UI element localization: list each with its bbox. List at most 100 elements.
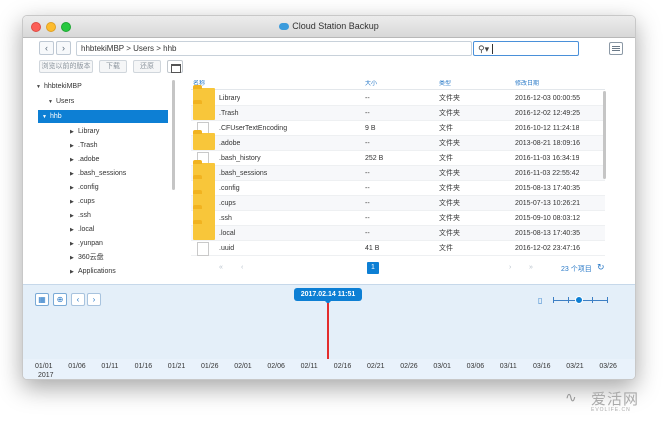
file-modified: 2016-12-02 23:47:16 [515, 245, 580, 252]
timeline-next-button[interactable]: › [87, 293, 101, 306]
search-box[interactable]: ⚲▾ [473, 41, 579, 56]
collapsed-arrow-icon[interactable]: ▶ [70, 182, 78, 195]
file-modified: 2013-08-21 18:09:16 [515, 140, 580, 147]
collapsed-arrow-icon[interactable]: ▶ [70, 266, 78, 279]
timeline-year: 2017 [38, 372, 54, 379]
task-list-icon[interactable] [609, 42, 623, 55]
file-modified: 2015-08-13 17:40:35 [515, 230, 580, 237]
tree-item-library[interactable]: ▶ Library [32, 125, 178, 138]
timeline-date-label: 02/01 [234, 363, 252, 370]
prev-page-button[interactable]: ‹ [241, 264, 243, 271]
tree-item-adobe[interactable]: ▶ .adobe [32, 153, 178, 166]
download-button[interactable]: 下载 [99, 60, 127, 73]
first-page-button[interactable]: « [219, 264, 223, 271]
timeline-date-label: 01/16 [134, 363, 153, 370]
file-modified: 2016-10-12 11:24:18 [515, 125, 580, 132]
current-page[interactable]: 1 [367, 262, 379, 274]
tree-item-yunpan[interactable]: ▶ .yunpan [32, 237, 178, 250]
search-input[interactable] [494, 43, 576, 54]
search-icon[interactable]: ⚲▾ [478, 44, 489, 54]
table-row[interactable]: .cups -- 文件夹 2015-07-13 10:26:21 [191, 190, 605, 211]
collapsed-arrow-icon[interactable]: ▶ [70, 252, 78, 265]
table-row[interactable]: .Trash -- 文件夹 2016-12-02 12:49:25 [191, 100, 605, 121]
timeline-prev-button[interactable]: ‹ [71, 293, 85, 306]
cloud-icon [279, 23, 290, 30]
timeline-panel: ▦ ⊕ ‹ › 2017.02.14 11:51 ▯ 2017 01/01 01/… [23, 284, 635, 379]
collapsed-arrow-icon[interactable]: ▶ [70, 238, 78, 251]
app-window: Cloud Station Backup ‹ › hhbtekiMBP > Us… [22, 15, 636, 380]
collapsed-arrow-icon[interactable]: ▶ [70, 126, 78, 139]
timeline-date-label: 03/06 [466, 363, 485, 370]
window-title-text: Cloud Station Backup [292, 21, 379, 31]
forward-button[interactable]: › [56, 41, 71, 55]
file-type: 文件夹 [439, 140, 460, 147]
table-row[interactable]: .local -- 文件夹 2015-08-13 17:40:35 [191, 220, 605, 241]
next-page-button[interactable]: › [509, 264, 511, 271]
restore-button[interactable]: 还原 [133, 60, 161, 73]
table-row[interactable]: .adobe -- 文件夹 2013-08-21 18:09:16 [191, 130, 605, 151]
collapsed-arrow-icon[interactable]: ▶ [70, 154, 78, 167]
file-name: Library [219, 95, 241, 102]
collapsed-arrow-icon[interactable]: ▶ [70, 210, 78, 223]
file-list-header: 名称 大小 类型 修改日期 [191, 80, 605, 90]
tree-item-ssh[interactable]: ▶ .ssh [32, 209, 178, 222]
action-bar: 浏览以前的版本 下载 还原 [23, 60, 635, 76]
file-size: -- [365, 95, 370, 102]
collapsed-arrow-icon[interactable]: ▶ [70, 168, 78, 181]
file-name: .uuid [219, 245, 235, 252]
tree-item-local[interactable]: ▶ .local [32, 223, 178, 236]
table-row[interactable]: .ssh -- 文件夹 2015-09-10 08:03:12 [191, 205, 605, 226]
expanded-arrow-icon[interactable]: ▼ [48, 96, 56, 109]
back-button[interactable]: ‹ [39, 41, 54, 55]
table-row[interactable]: .CFUserTextEncoding 9 B 文件 2016-10-12 11:24… [191, 121, 605, 136]
column-size[interactable]: 大小 [365, 80, 377, 89]
zoom-slider-handle[interactable] [575, 296, 583, 304]
column-modified[interactable]: 修改日期 [515, 80, 539, 89]
table-row[interactable]: .config -- 文件夹 2015-08-13 17:40:35 [191, 175, 605, 196]
tree-item-cups[interactable]: ▶ .cups [32, 195, 178, 208]
crosshair-icon[interactable]: ⊕ [53, 293, 67, 306]
folder-icon [193, 100, 215, 120]
file-type: 文件 [439, 155, 453, 162]
expanded-arrow-icon[interactable]: ▼ [36, 81, 44, 94]
file-list-scrollbar[interactable] [603, 91, 606, 179]
tree-item-applications[interactable]: ▶ Applications [32, 265, 178, 278]
tree-item-hhbtekimbp[interactable]: ▼ hhbtekiMBP [32, 80, 178, 93]
file-type: 文件夹 [439, 110, 460, 117]
tree-item-360-yunpan[interactable]: ▶ 360云盘 [32, 251, 178, 264]
table-row[interactable]: .bash_history 252 B 文件 2016-11-03 16:34:19 [191, 151, 605, 166]
collapsed-arrow-icon[interactable]: ▶ [70, 224, 78, 237]
tree-item-bash-sessions[interactable]: ▶ .bash_sessions [32, 167, 178, 180]
tree-item-users[interactable]: ▼ Users [32, 95, 178, 108]
tree-item-trash[interactable]: ▶ .Trash [32, 139, 178, 152]
table-row[interactable]: Library -- 文件夹 2016-12-03 00:00:55 [191, 85, 605, 106]
zoom-tick [592, 297, 593, 303]
tree-item-config[interactable]: ▶ .config [32, 181, 178, 194]
file-modified: 2015-09-10 08:03:12 [515, 215, 580, 222]
restore-to-icon[interactable] [167, 60, 183, 73]
collapsed-arrow-icon[interactable]: ▶ [70, 140, 78, 153]
file-name: .ssh [219, 215, 232, 222]
title-bar: Cloud Station Backup [23, 16, 635, 38]
refresh-icon[interactable]: ↻ [597, 262, 605, 273]
column-type[interactable]: 类型 [439, 80, 451, 89]
file-modified: 2016-12-02 12:49:25 [515, 110, 580, 117]
table-row[interactable]: .uuid 41 B 文件 2016-12-02 23:47:16 [191, 241, 605, 256]
path-breadcrumb[interactable]: hhbtekiMBP > Users > hhb [76, 41, 472, 56]
tree-item-hhb[interactable]: ▼ hhb [38, 110, 168, 123]
table-row[interactable]: .bash_sessions -- 文件夹 2016-11-03 22:55:42 [191, 160, 605, 181]
file-size: 252 B [365, 155, 384, 162]
last-page-button[interactable]: » [529, 264, 533, 271]
current-time-marker[interactable] [327, 303, 329, 359]
text-caret [492, 44, 493, 54]
collapsed-arrow-icon[interactable]: ▶ [70, 196, 78, 209]
tree-scrollbar[interactable] [172, 80, 175, 190]
zoom-tick [607, 297, 608, 303]
browse-versions-button[interactable]: 浏览以前的版本 [39, 60, 93, 73]
file-modified: 2016-11-03 16:34:19 [515, 155, 580, 162]
calendar-icon[interactable]: ▦ [35, 293, 49, 306]
file-type: 文件夹 [439, 230, 460, 237]
file-size: -- [365, 230, 370, 237]
expanded-arrow-icon[interactable]: ▼ [42, 111, 50, 124]
timeline-date-label: 01/06 [68, 363, 86, 370]
